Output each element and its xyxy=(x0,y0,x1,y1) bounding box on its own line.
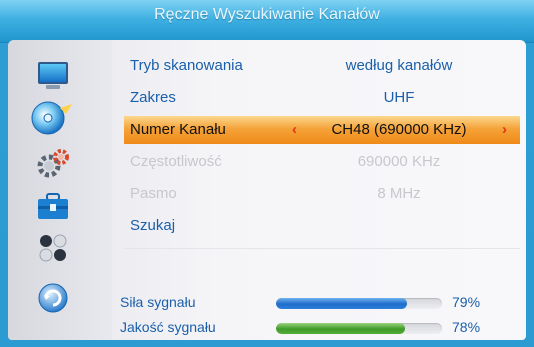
signal-strength-percent: 79% xyxy=(452,294,481,310)
signal-quality-percent: 78% xyxy=(452,319,481,335)
signal-strength-bar xyxy=(276,298,442,309)
setting-value: CH48 (690000 KHz) xyxy=(331,121,467,138)
monitor-icon[interactable] xyxy=(36,60,70,92)
signal-quality-bar xyxy=(276,323,442,334)
setting-band[interactable]: Zakres UHF xyxy=(124,84,520,112)
page-title: Ręczne Wyszukiwanie Kanałów xyxy=(154,6,380,23)
divider xyxy=(124,248,520,249)
signal-strength-fill xyxy=(276,298,408,309)
signal-quality-fill xyxy=(276,323,406,334)
setting-label: Pasmo xyxy=(130,185,177,202)
refresh-icon[interactable] xyxy=(36,282,70,314)
setting-label: Szukaj xyxy=(130,217,176,234)
setting-label: Częstotliwość xyxy=(130,153,222,170)
signal-strength-label: Siła sygnału xyxy=(120,294,196,310)
setting-value: UHF xyxy=(383,89,415,106)
setting-label: Zakres xyxy=(130,89,176,106)
signal-quality-label: Jakość sygnału xyxy=(120,319,216,335)
setting-value: 690000 KHz xyxy=(357,153,441,170)
disc-icon[interactable] xyxy=(30,100,74,136)
toolbox-icon[interactable] xyxy=(36,190,70,222)
arrow-right-icon[interactable]: › xyxy=(502,116,507,144)
setting-scan-mode[interactable]: Tryb skanowania według kanałów xyxy=(124,52,520,80)
setting-channel-number[interactable]: Numer Kanału ‹ CH48 (690000 KHz) › xyxy=(124,116,520,144)
search-button[interactable]: Szukaj xyxy=(124,212,520,240)
dots-icon[interactable] xyxy=(36,232,70,264)
setting-value: według kanałów xyxy=(345,57,453,74)
gear-icon[interactable] xyxy=(36,148,70,180)
setting-bandwidth: Pasmo 8 MHz xyxy=(124,180,520,208)
setting-frequency: Częstotliwość 690000 KHz xyxy=(124,148,520,176)
setting-label: Tryb skanowania xyxy=(130,57,243,74)
title-bar: Ręczne Wyszukiwanie Kanałów xyxy=(0,0,534,43)
setting-value: 8 MHz xyxy=(377,185,421,202)
setting-label: Numer Kanału xyxy=(130,121,226,138)
